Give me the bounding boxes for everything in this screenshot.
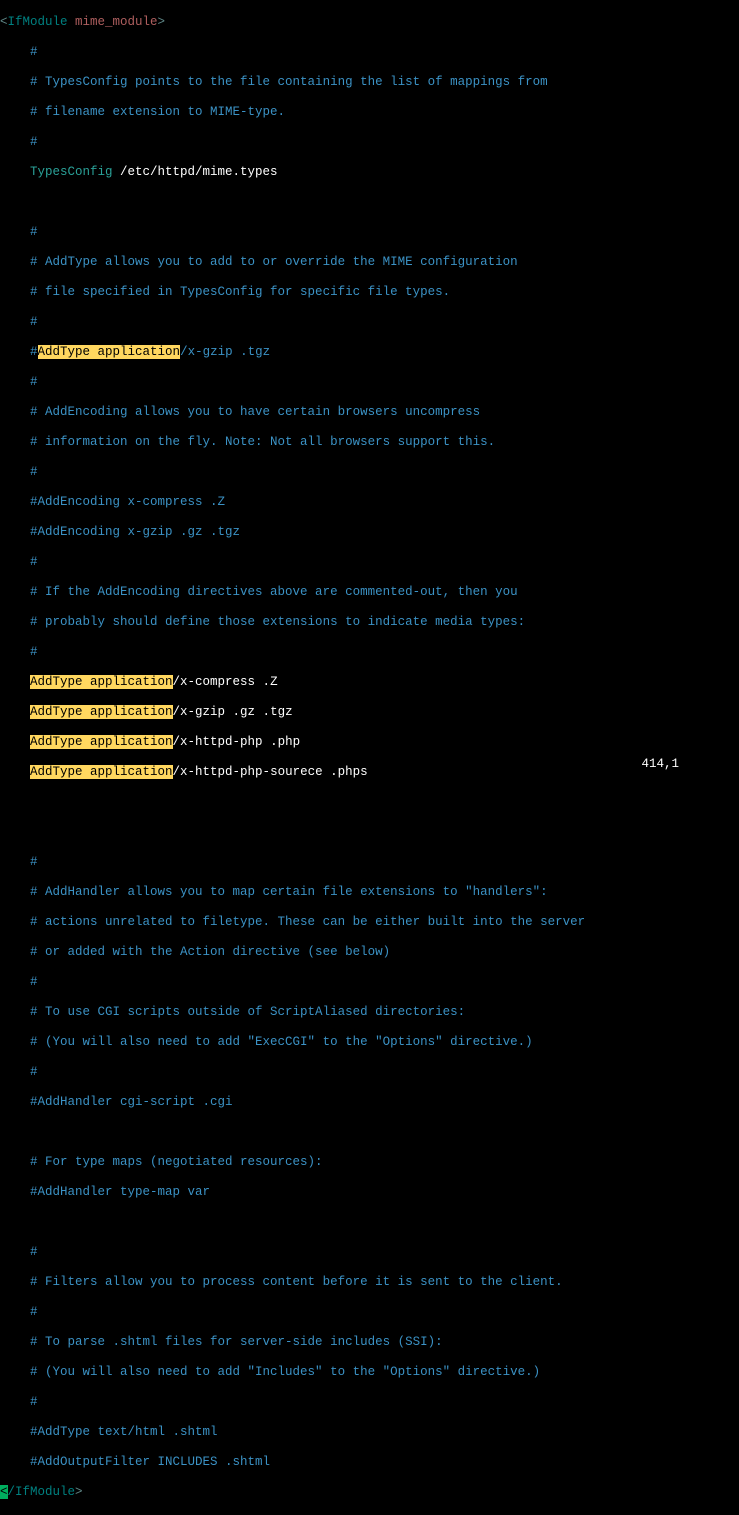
code-line: # xyxy=(0,135,739,150)
code-line: # AddEncoding allows you to have certain… xyxy=(0,405,739,420)
code-line: # file specified in TypesConfig for spec… xyxy=(0,285,739,300)
code-line: # xyxy=(0,1305,739,1320)
code-line: # information on the fly. Note: Not all … xyxy=(0,435,739,450)
search-highlight: AddType application xyxy=(30,675,173,689)
code-line: # probably should define those extension… xyxy=(0,615,739,630)
status-position: 414,1 xyxy=(641,757,679,772)
blank-line xyxy=(0,825,739,840)
code-line: # xyxy=(0,975,739,990)
code-line: AddType application/x-gzip .gz .tgz xyxy=(0,705,739,720)
code-line: # To parse .shtml files for server-side … xyxy=(0,1335,739,1350)
search-highlight: AddType application xyxy=(38,345,181,359)
code-line: # (You will also need to add "ExecCGI" t… xyxy=(0,1035,739,1050)
code-line: # xyxy=(0,465,739,480)
code-line: # or added with the Action directive (se… xyxy=(0,945,739,960)
code-line: # xyxy=(0,1065,739,1080)
code-line: #AddOutputFilter INCLUDES .shtml xyxy=(0,1455,739,1470)
code-line: #AddType application/x-gzip .tgz xyxy=(0,345,739,360)
code-line: # (You will also need to add "Includes" … xyxy=(0,1365,739,1380)
code-line: # filename extension to MIME-type. xyxy=(0,105,739,120)
code-line: # TypesConfig points to the file contain… xyxy=(0,75,739,90)
code-line: #AddHandler type-map var xyxy=(0,1185,739,1200)
blank-line xyxy=(0,1125,739,1140)
blank-line xyxy=(0,1215,739,1230)
code-line: # xyxy=(0,315,739,330)
code-line: # xyxy=(0,375,739,390)
code-line: # For type maps (negotiated resources): xyxy=(0,1155,739,1170)
code-line: AddType application/x-httpd-php-sourece … xyxy=(0,765,739,780)
code-line: AddType application/x-httpd-php .php xyxy=(0,735,739,750)
code-line: # xyxy=(0,855,739,870)
line-ifmodule-close: </IfModule> xyxy=(0,1485,739,1500)
code-line: TypesConfig /etc/httpd/mime.types xyxy=(0,165,739,180)
blank-line xyxy=(0,195,739,210)
code-line: # Filters allow you to process content b… xyxy=(0,1275,739,1290)
cursor-position: < xyxy=(0,1485,8,1499)
code-line: AddType application/x-compress .Z xyxy=(0,675,739,690)
code-line: # xyxy=(0,645,739,660)
blank-line xyxy=(0,795,739,810)
line-ifmodule-open: <IfModule mime_module> xyxy=(0,15,739,30)
code-line: # xyxy=(0,1245,739,1260)
code-line: # xyxy=(0,225,739,240)
code-editor[interactable]: <IfModule mime_module> # # TypesConfig p… xyxy=(0,0,739,1515)
code-line: #AddHandler cgi-script .cgi xyxy=(0,1095,739,1110)
search-highlight: AddType application xyxy=(30,705,173,719)
code-line: # To use CGI scripts outside of ScriptAl… xyxy=(0,1005,739,1020)
code-line: # xyxy=(0,1395,739,1410)
code-line: # xyxy=(0,45,739,60)
search-highlight: AddType application xyxy=(30,765,173,779)
code-line: #AddEncoding x-gzip .gz .tgz xyxy=(0,525,739,540)
code-line: #AddType text/html .shtml xyxy=(0,1425,739,1440)
code-line: # xyxy=(0,555,739,570)
code-line: # actions unrelated to filetype. These c… xyxy=(0,915,739,930)
code-line: # AddType allows you to add to or overri… xyxy=(0,255,739,270)
code-line: #AddEncoding x-compress .Z xyxy=(0,495,739,510)
search-highlight: AddType application xyxy=(30,735,173,749)
code-line: # If the AddEncoding directives above ar… xyxy=(0,585,739,600)
code-line: # AddHandler allows you to map certain f… xyxy=(0,885,739,900)
